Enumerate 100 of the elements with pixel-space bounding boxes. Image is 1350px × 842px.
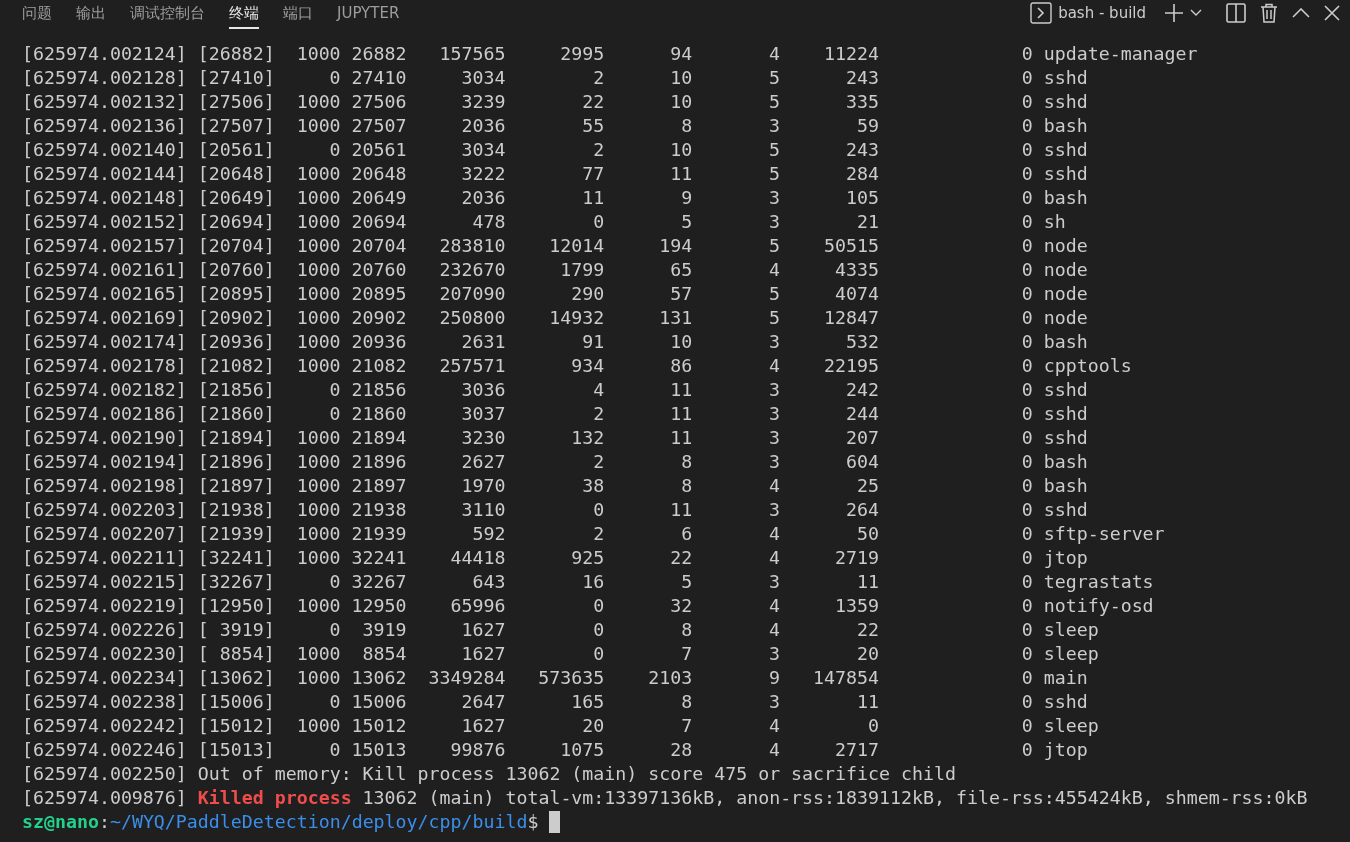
terminal-cell-text: 0 xyxy=(1020,618,1033,642)
terminal-cell-text: 0 xyxy=(1020,450,1033,474)
terminal-cell-text: 22 xyxy=(581,90,605,114)
panel-tab[interactable]: 输出 xyxy=(76,0,106,29)
terminal-cell-text: 0 xyxy=(1020,234,1033,258)
terminal-cell: [625974.002211] xyxy=(22,546,187,570)
terminal-cell-text: 284 xyxy=(844,162,879,186)
terminal-cell-text: 1000 xyxy=(295,474,341,498)
terminal-cell-text: 50 xyxy=(855,522,879,546)
terminal-cell: [625974.002152] xyxy=(22,210,187,234)
terminal-cell-text: 3 xyxy=(768,690,781,714)
terminal-cell: sshd xyxy=(1043,378,1088,402)
terminal-cell: [625974.002157] xyxy=(22,234,187,258)
terminal-cell-text: 5 xyxy=(768,306,781,330)
terminal-cell-text: 2631 xyxy=(460,330,506,354)
terminal-cell-text: 4074 xyxy=(834,282,879,306)
terminal-cell-text: 32267 xyxy=(350,570,407,594)
terminal-cell-text: [21856] xyxy=(196,378,275,402)
terminal-cell-text: 15013 xyxy=(350,738,407,762)
terminal-cell-text: 10 xyxy=(669,330,693,354)
terminal-cell-text: 4 xyxy=(768,618,781,642)
terminal-cell-text: 1627 xyxy=(460,714,506,738)
terminal-cell-text: 1000 xyxy=(295,354,341,378)
terminal-cell-text: 4 xyxy=(768,354,781,378)
terminal-cell-text: 0 xyxy=(328,402,341,426)
terminal-cell-text: 131 xyxy=(658,306,693,330)
terminal-cell-text: 0 xyxy=(1020,570,1033,594)
terminal-cell-text: 21939 xyxy=(350,522,407,546)
terminal-cell-text: 4 xyxy=(768,714,781,738)
terminal-cell-text: 132 xyxy=(570,426,605,450)
panel-tab[interactable]: 端口 xyxy=(283,0,313,29)
terminal-cell-text: 4335 xyxy=(834,258,879,282)
panel-tab[interactable]: 调试控制台 xyxy=(130,0,205,29)
terminal-cell-text: [20936] xyxy=(196,330,275,354)
panel-tab[interactable]: 终端 xyxy=(229,0,259,29)
terminal-cell-text: 3349284 xyxy=(427,666,506,690)
terminal-cell-text: 0 xyxy=(328,690,341,714)
terminal-cell-text: 0 xyxy=(592,642,605,666)
terminal-cell-text: [27410] xyxy=(196,66,275,90)
terminal-cell-text: 3 xyxy=(768,378,781,402)
terminal-cell-text: 0 xyxy=(1020,690,1033,714)
terminal-cell-text: 532 xyxy=(844,330,879,354)
terminal-cell: [625974.002194] xyxy=(22,450,187,474)
terminal-cell-text: 5 xyxy=(768,234,781,258)
terminal-cell-text: 20 xyxy=(855,642,879,666)
terminal-cell-text: 2627 xyxy=(460,450,506,474)
terminal-cell-text: 1000 xyxy=(295,522,341,546)
terminal-cell: bash xyxy=(1043,114,1088,138)
panel-tab[interactable]: JUPYTER xyxy=(337,0,400,29)
terminal-cell-text: 27410 xyxy=(350,66,407,90)
terminal-cell-text: [13062] xyxy=(196,666,275,690)
terminal-cell-text: 1000 xyxy=(295,594,341,618)
terminal-cell-text: [26882] xyxy=(196,42,275,66)
terminal-cell-text: 3230 xyxy=(460,426,506,450)
terminal-cell-text: 0 xyxy=(1020,546,1033,570)
terminal-cell-text: 1627 xyxy=(460,642,506,666)
terminal-cell-text: [21894] xyxy=(196,426,275,450)
terminal-cell: [625974.002186] xyxy=(22,402,187,426)
terminal-cell-text: 20561 xyxy=(350,138,407,162)
terminal-cell-text: 478 xyxy=(471,210,506,234)
terminal-cell-text: 20936 xyxy=(350,330,407,354)
terminal-cell: sshd xyxy=(1043,162,1088,186)
terminal-cell-text: [20649] xyxy=(196,186,275,210)
terminal-cell-text: 0 xyxy=(1020,498,1033,522)
terminal-selector[interactable]: bash - build xyxy=(1030,2,1146,24)
terminal-cell-text: 8854 xyxy=(361,642,407,666)
terminal-cell-text: 0 xyxy=(1020,378,1033,402)
terminal-cell-text: 0 xyxy=(592,594,605,618)
terminal-cell-text: 20648 xyxy=(350,162,407,186)
terminal-cell-text: 0 xyxy=(1020,738,1033,762)
terminal-cell: jtop xyxy=(1043,546,1088,570)
terminal-cell-text: 86 xyxy=(669,354,693,378)
terminal-cell-text: 0 xyxy=(328,618,341,642)
terminal-cell: sftp-server xyxy=(1043,522,1165,546)
terminal-cell-text: 264 xyxy=(844,498,879,522)
terminal-cell-text: 91 xyxy=(581,330,605,354)
terminal-cell: [625974.002238] xyxy=(22,690,187,714)
terminal-cell-text: 6 xyxy=(680,522,693,546)
terminal-cell-text: 0 xyxy=(1020,282,1033,306)
terminal-cell: sshd xyxy=(1043,402,1088,426)
terminal-cell-text: 4 xyxy=(768,42,781,66)
terminal-cell-text: 0 xyxy=(1020,306,1033,330)
terminal-cell-text: 20649 xyxy=(350,186,407,210)
terminal-cell-text: 4 xyxy=(768,738,781,762)
terminal-cell: sleep xyxy=(1043,714,1099,738)
terminal-cell: main xyxy=(1043,666,1088,690)
terminal-cell: [625974.002178] xyxy=(22,354,187,378)
terminal-cell-text: 11 xyxy=(855,570,879,594)
terminal-cell-text: 3 xyxy=(768,114,781,138)
terminal-cell-text: 5 xyxy=(768,282,781,306)
terminal-cell-text: [21896] xyxy=(196,450,275,474)
terminal-cell-text: 1000 xyxy=(295,258,341,282)
terminal-cell-text: 4 xyxy=(768,258,781,282)
terminal-cell-text: 1000 xyxy=(295,114,341,138)
panel-tab[interactable]: 问题 xyxy=(22,0,52,29)
terminal-cell-text: 257571 xyxy=(438,354,506,378)
terminal-cell-text: 10 xyxy=(669,138,693,162)
terminal-cell-text: 207090 xyxy=(438,282,506,306)
terminal-cell-text: 0 xyxy=(328,66,341,90)
terminal-cell-text: 250800 xyxy=(438,306,506,330)
